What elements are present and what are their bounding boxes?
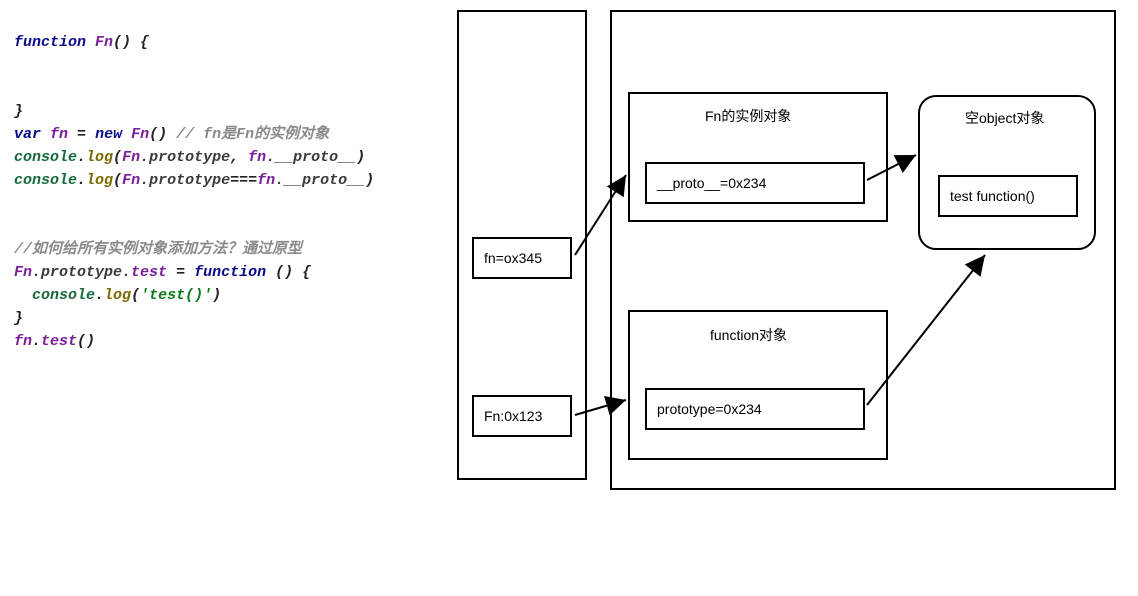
object-test-cell: test function(): [938, 175, 1078, 217]
open-paren: (: [113, 149, 122, 166]
kw-function: function: [14, 34, 86, 51]
dot: .: [77, 172, 86, 189]
console: console: [14, 172, 77, 189]
function-title: function对象: [710, 325, 787, 345]
close-paren: ): [212, 287, 221, 304]
call-paren: (): [149, 126, 167, 143]
dot: .: [32, 333, 41, 350]
Fn-ref: Fn: [122, 149, 140, 166]
instance-proto-cell: __proto__=0x234: [645, 162, 865, 204]
brace-close: }: [14, 103, 23, 120]
function-proto-cell: prototype=0x234: [645, 388, 865, 430]
comment-2: //如何给所有实例对象添加方法？通过原型: [14, 241, 302, 258]
Fn-ref: Fn: [14, 264, 32, 281]
log: log: [86, 172, 113, 189]
comment: // fn是Fn的实例对象: [167, 126, 329, 143]
stack-Fn-cell: Fn:0x123: [472, 395, 572, 437]
test-call: test: [41, 333, 77, 350]
log: log: [104, 287, 131, 304]
fn-name: Fn: [95, 34, 113, 51]
eq: =: [167, 264, 194, 281]
log: log: [86, 149, 113, 166]
kw-function: function: [194, 264, 266, 281]
prototype-path: .prototype.: [32, 264, 131, 281]
call-paren: (): [77, 333, 95, 350]
Fn-ref: Fn: [122, 172, 140, 189]
triple-eq: ===: [230, 172, 257, 189]
prototype-prop: .prototype: [140, 149, 230, 166]
dot: .: [77, 149, 86, 166]
prototype-prop: .prototype: [140, 172, 230, 189]
ctor-Fn: Fn: [131, 126, 149, 143]
kw-var: var: [14, 126, 41, 143]
stage: function Fn() { } var fn = new Fn() // f…: [0, 0, 1138, 596]
brace-close: }: [14, 310, 23, 327]
dot: .: [95, 287, 104, 304]
console: console: [32, 287, 95, 304]
object-title: 空object对象: [965, 108, 1044, 128]
string-literal: 'test()': [140, 287, 212, 304]
close-paren: ): [356, 149, 365, 166]
comma: ,: [230, 149, 248, 166]
instance-title: Fn的实例对象: [705, 106, 791, 126]
punc: () {: [113, 34, 149, 51]
stack-fn-cell: fn=ox345: [472, 237, 572, 279]
indent: [14, 287, 32, 304]
fn-ref: fn: [257, 172, 275, 189]
eq: =: [68, 126, 95, 143]
code-block: function Fn() { } var fn = new Fn() // f…: [14, 8, 374, 376]
var-fn: fn: [50, 126, 68, 143]
console: console: [14, 149, 77, 166]
fn-ref: fn: [14, 333, 32, 350]
dunder-proto: .__proto__: [275, 172, 365, 189]
fn-ref: fn: [248, 149, 266, 166]
test-prop: test: [131, 264, 167, 281]
dunder-proto: .__proto__: [266, 149, 356, 166]
fn-paren: () {: [266, 264, 311, 281]
open-paren: (: [113, 172, 122, 189]
kw-new: new: [95, 126, 122, 143]
open-paren: (: [131, 287, 140, 304]
close-paren: ): [365, 172, 374, 189]
